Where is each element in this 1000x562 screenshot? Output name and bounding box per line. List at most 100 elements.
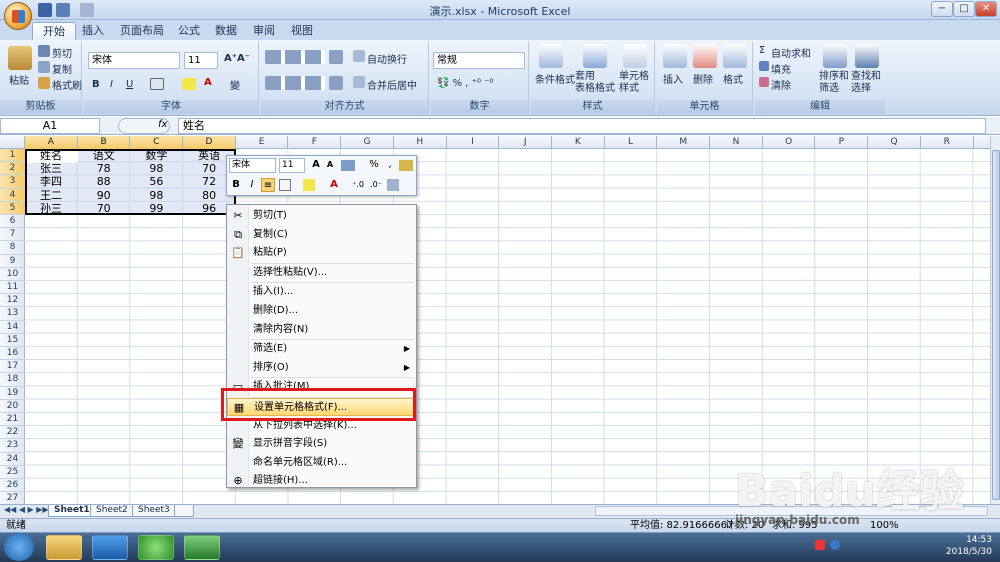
menu-item[interactable]: 變显示拼音字段(S)	[227, 435, 416, 453]
mini-border-icon[interactable]	[279, 179, 291, 191]
copy-icon[interactable]	[38, 61, 50, 73]
mini-percent-icon[interactable]: %	[367, 158, 381, 172]
app-icon[interactable]	[92, 535, 128, 560]
row-header-3[interactable]: 3	[0, 175, 25, 189]
column-header-L[interactable]: L	[605, 136, 658, 149]
autosum-button[interactable]: 自动求和	[771, 45, 811, 60]
tab-insert[interactable]: 插入	[72, 22, 114, 40]
column-header-E[interactable]: E	[236, 136, 289, 149]
browser-icon[interactable]	[138, 535, 174, 560]
sort-filter-button[interactable]: 排序和 筛选	[819, 71, 849, 95]
mini-comma-icon[interactable]: ,	[383, 158, 397, 172]
column-header-M[interactable]: M	[657, 136, 711, 149]
paste-label[interactable]: 粘贴	[9, 72, 29, 87]
column-header-H[interactable]: H	[394, 136, 447, 149]
mini-fill-color-icon[interactable]	[303, 179, 315, 191]
font-color-icon[interactable]: A	[204, 77, 212, 88]
mini-decrease-decimal-icon[interactable]: .0⁻	[369, 178, 383, 192]
format-table-button[interactable]: 套用 表格格式	[575, 71, 615, 95]
mini-center-icon[interactable]: ≡	[261, 178, 275, 192]
menu-item[interactable]: 排序(O) ▶	[227, 359, 416, 377]
name-box[interactable]: A1	[0, 118, 100, 134]
cell-styles-icon[interactable]	[623, 44, 647, 68]
table-cell[interactable]: 70	[78, 202, 130, 215]
column-header-P[interactable]: P	[816, 136, 869, 149]
row-header-1[interactable]: 1	[0, 149, 25, 163]
row-header-23[interactable]: 23	[0, 439, 25, 453]
table-cell[interactable]: 78	[78, 162, 130, 175]
row-header-18[interactable]: 18	[0, 373, 25, 387]
menu-item[interactable]: 筛选(E) ▶	[227, 340, 416, 358]
office-button[interactable]	[4, 2, 32, 30]
mini-increase-decimal-icon[interactable]: ⁺.0	[351, 178, 365, 192]
column-header-F[interactable]: F	[289, 136, 342, 149]
table-cell[interactable]: 90	[78, 189, 130, 202]
column-header-N[interactable]: N	[710, 136, 763, 149]
delete-cells-icon[interactable]	[693, 44, 717, 68]
row-header-13[interactable]: 13	[0, 307, 25, 321]
mini-italic-icon[interactable]: I	[245, 178, 259, 192]
row-header-12[interactable]: 12	[0, 294, 25, 308]
table-cell[interactable]: 88	[78, 175, 130, 188]
column-header-J[interactable]: J	[499, 136, 552, 149]
sheet-nav-icon[interactable]: ◀◀ ◀ ▶ ▶▶	[4, 505, 49, 514]
copy-button[interactable]: 复制	[52, 61, 72, 76]
minimize-button[interactable]: −	[931, 1, 953, 17]
indent-icon[interactable]	[329, 76, 343, 90]
format-painter-icon[interactable]	[38, 77, 50, 89]
column-header-I[interactable]: I	[447, 136, 500, 149]
scroll-thumb[interactable]	[992, 150, 1000, 500]
clear-button[interactable]: 清除	[771, 77, 791, 92]
tab-formulas[interactable]: 公式	[168, 22, 210, 40]
column-header-Q[interactable]: Q	[868, 136, 921, 149]
column-header-B[interactable]: B	[77, 136, 131, 149]
row-header-21[interactable]: 21	[0, 413, 25, 427]
row-header-17[interactable]: 17	[0, 360, 25, 374]
italic-icon[interactable]: I	[110, 79, 113, 90]
table-cell[interactable]: 王二	[25, 189, 77, 202]
menu-item[interactable]: 插入(I)...	[227, 283, 416, 301]
select-all-corner[interactable]	[0, 136, 25, 149]
menu-item[interactable]: 命名单元格区域(R)...	[227, 454, 416, 472]
menu-item[interactable]: 选择性粘贴(V)...	[227, 264, 416, 282]
font-size-select[interactable]: 11	[184, 52, 218, 69]
number-format-select[interactable]: 常规	[433, 52, 525, 69]
conditional-format-button[interactable]: 条件格式	[535, 71, 575, 86]
underline-icon[interactable]: U	[126, 79, 133, 90]
row-header-9[interactable]: 9	[0, 255, 25, 268]
cut-button[interactable]: 剪切	[52, 45, 72, 60]
mini-font-color-icon[interactable]: A	[327, 178, 341, 192]
menu-item[interactable]: 📋 粘贴(P)	[227, 244, 416, 262]
mini-size-select[interactable]: 11	[279, 158, 305, 173]
menu-item[interactable]: ✂ 剪切(T)	[227, 207, 416, 225]
tab-view[interactable]: 视图	[281, 22, 323, 40]
menu-item[interactable]: 清除内容(N)	[227, 321, 416, 339]
column-header-O[interactable]: O	[763, 136, 816, 149]
mini-grow-font-icon[interactable]: A	[309, 158, 323, 172]
find-select-icon[interactable]	[855, 44, 879, 68]
fill-color-icon[interactable]	[182, 78, 196, 90]
mini-format-icon[interactable]	[341, 160, 355, 171]
cell-styles-button[interactable]: 单元格 样式	[619, 71, 649, 95]
bold-icon[interactable]: B	[92, 79, 100, 90]
table-cell[interactable]: 98	[130, 162, 182, 175]
table-cell[interactable]: 语文	[78, 149, 130, 162]
font-name-select[interactable]: 宋体	[88, 52, 180, 69]
maximize-button[interactable]: □	[953, 1, 975, 17]
conditional-format-icon[interactable]	[539, 44, 563, 68]
cut-icon[interactable]	[38, 45, 50, 57]
table-cell[interactable]: 56	[130, 175, 182, 188]
help-icon[interactable]	[830, 540, 840, 550]
row-header-7[interactable]: 7	[0, 228, 25, 242]
insert-cells-button[interactable]: 插入	[663, 71, 683, 86]
row-header-22[interactable]: 22	[0, 426, 25, 440]
mini-bold-icon[interactable]: B	[229, 178, 243, 192]
row-header-25[interactable]: 25	[0, 466, 25, 479]
currency-icon[interactable]: 💱 % , ⁺⁰ ⁻⁰	[437, 78, 493, 89]
row-header-4[interactable]: 4	[0, 188, 25, 202]
mini-shrink-font-icon[interactable]: A	[323, 158, 337, 172]
phonetic-icon[interactable]: 變	[230, 77, 240, 92]
row-header-14[interactable]: 14	[0, 321, 25, 334]
input-method-icon[interactable]	[815, 540, 825, 550]
row-header-11[interactable]: 11	[0, 281, 25, 295]
